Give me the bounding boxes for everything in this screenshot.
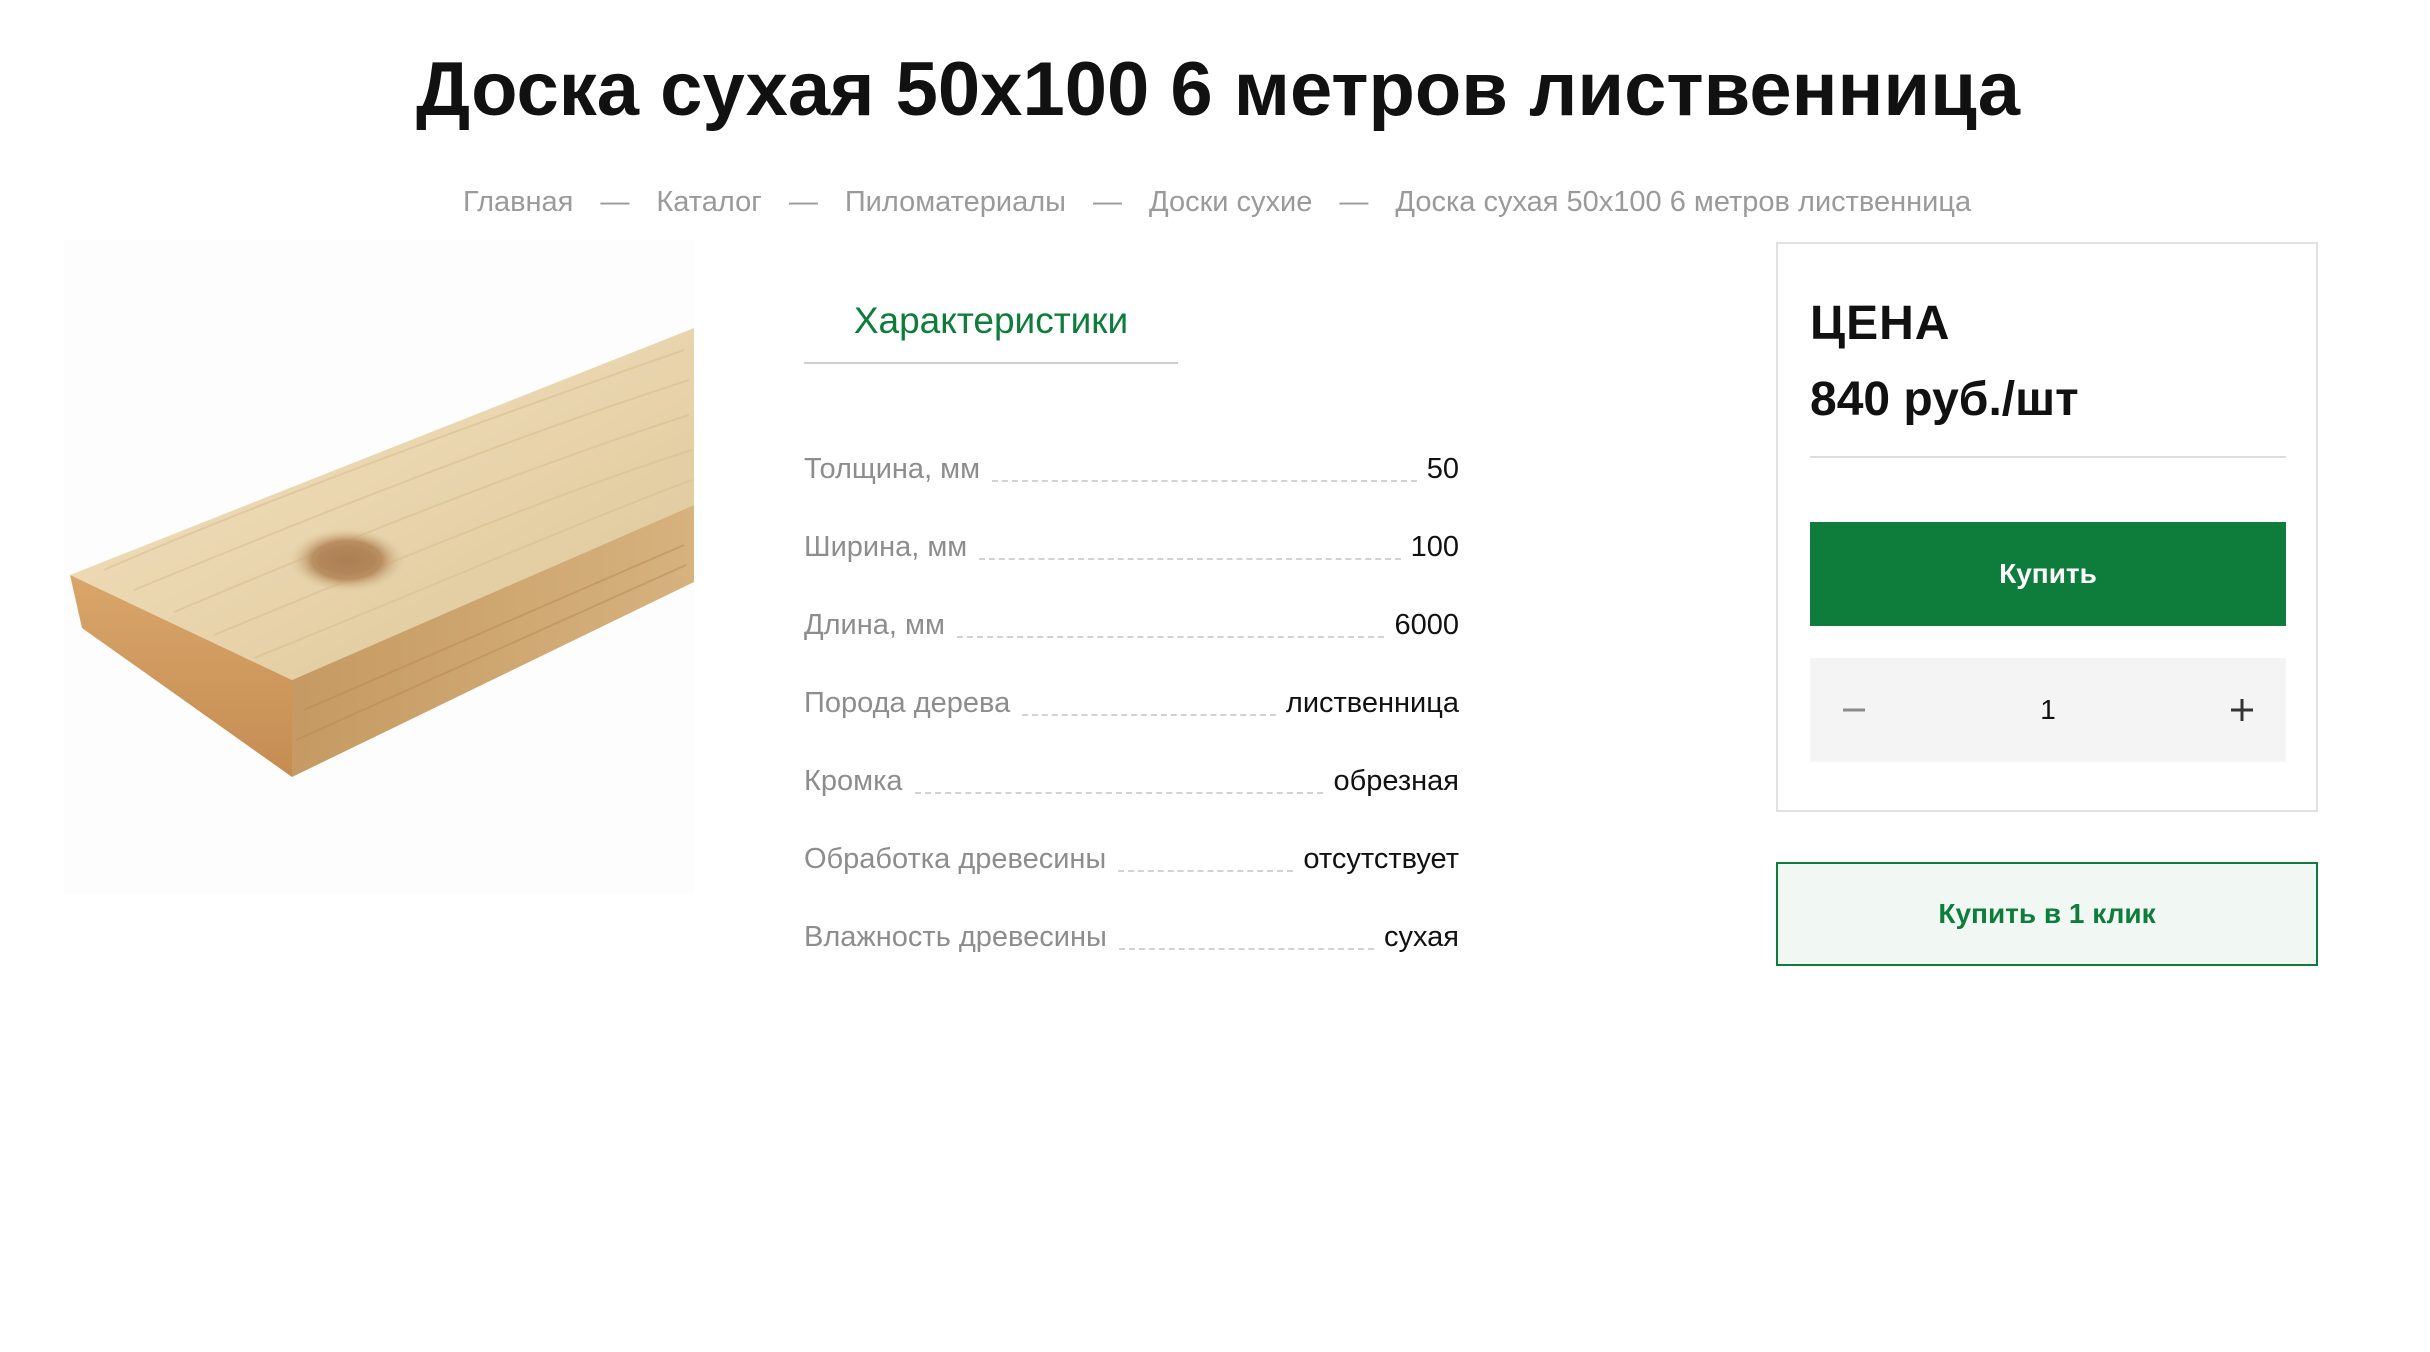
spec-value: 50 xyxy=(1426,453,1459,485)
spec-row-thickness: Толщина, мм 50 xyxy=(804,408,1459,486)
spec-leader-dots xyxy=(1118,869,1294,872)
breadcrumb-separator: — xyxy=(1339,186,1369,218)
price-card: ЦЕНА 840 руб./шт Купить 1 xyxy=(1776,242,2318,812)
spec-row-wood-species: Порода дерева лиственница xyxy=(804,642,1459,720)
spec-value: сухая xyxy=(1383,921,1459,953)
quantity-stepper: 1 xyxy=(1810,658,2286,762)
spec-label: Обработка древесины xyxy=(804,843,1107,875)
spec-leader-dots xyxy=(914,791,1324,794)
price-value: 840 руб./шт xyxy=(1810,373,2079,426)
spec-leader-dots xyxy=(992,479,1417,482)
price-label: ЦЕНА xyxy=(1810,297,1951,350)
buy-button[interactable]: Купить xyxy=(1810,522,2286,626)
wooden-board-illustration xyxy=(70,328,694,777)
spec-list: Толщина, мм 50 Ширина, мм 100 Длина, мм … xyxy=(804,408,1459,954)
quantity-value[interactable]: 1 xyxy=(2040,694,2056,726)
breadcrumb-home[interactable]: Главная xyxy=(463,186,573,219)
spec-leader-dots xyxy=(979,557,1401,560)
plus-icon xyxy=(2230,699,2253,721)
product-page: Доска сухая 50х100 6 метров лиственница … xyxy=(0,0,2430,1352)
spec-row-treatment: Обработка древесины отсутствует xyxy=(804,798,1459,876)
spec-row-edge: Кромка обрезная xyxy=(804,720,1459,798)
spec-row-length: Длина, мм 6000 xyxy=(804,564,1459,642)
breadcrumb-separator: — xyxy=(1092,186,1122,218)
product-image[interactable] xyxy=(64,240,694,895)
spec-value: обрезная xyxy=(1333,765,1459,797)
minus-icon xyxy=(1843,708,1865,712)
spec-value: 6000 xyxy=(1394,609,1459,641)
breadcrumb-catalog[interactable]: Каталог xyxy=(656,186,761,219)
breadcrumb-current: Доска сухая 50х100 6 метров лиственница xyxy=(1395,186,1972,218)
spec-row-width: Ширина, мм 100 xyxy=(804,486,1459,564)
spec-label: Порода дерева xyxy=(804,687,1011,719)
breadcrumb: Главная — Каталог — Пиломатериалы — Доск… xyxy=(463,186,1971,219)
breadcrumb-dry-boards[interactable]: Доски сухие xyxy=(1149,186,1312,219)
spec-leader-dots xyxy=(1118,947,1374,950)
decrease-quantity-button[interactable] xyxy=(1810,658,1898,762)
price-divider xyxy=(1810,456,2286,458)
spec-label: Длина, мм xyxy=(804,609,945,641)
breadcrumb-separator: — xyxy=(788,186,818,218)
buy-one-click-button[interactable]: Купить в 1 клик xyxy=(1776,862,2318,966)
tab-characteristics[interactable]: Характеристики xyxy=(804,300,1178,364)
page-title: Доска сухая 50х100 6 метров лиственница xyxy=(416,47,2021,132)
breadcrumb-lumber[interactable]: Пиломатериалы xyxy=(845,186,1066,219)
spec-leader-dots xyxy=(956,635,1385,638)
spec-value: отсутствует xyxy=(1303,843,1459,875)
spec-label: Ширина, мм xyxy=(804,531,968,563)
specs-section: Характеристики Толщина, мм 50 Ширина, мм… xyxy=(804,300,1459,954)
increase-quantity-button[interactable] xyxy=(2198,658,2286,762)
spec-label: Влажность древесины xyxy=(804,921,1107,953)
spec-label: Толщина, мм xyxy=(804,453,981,485)
spec-value: лиственница xyxy=(1285,687,1459,719)
spec-row-moisture: Влажность древесины сухая xyxy=(804,876,1459,954)
spec-value: 100 xyxy=(1410,531,1459,563)
spec-label: Кромка xyxy=(804,765,903,797)
breadcrumb-separator: — xyxy=(600,186,630,218)
spec-leader-dots xyxy=(1022,713,1276,716)
